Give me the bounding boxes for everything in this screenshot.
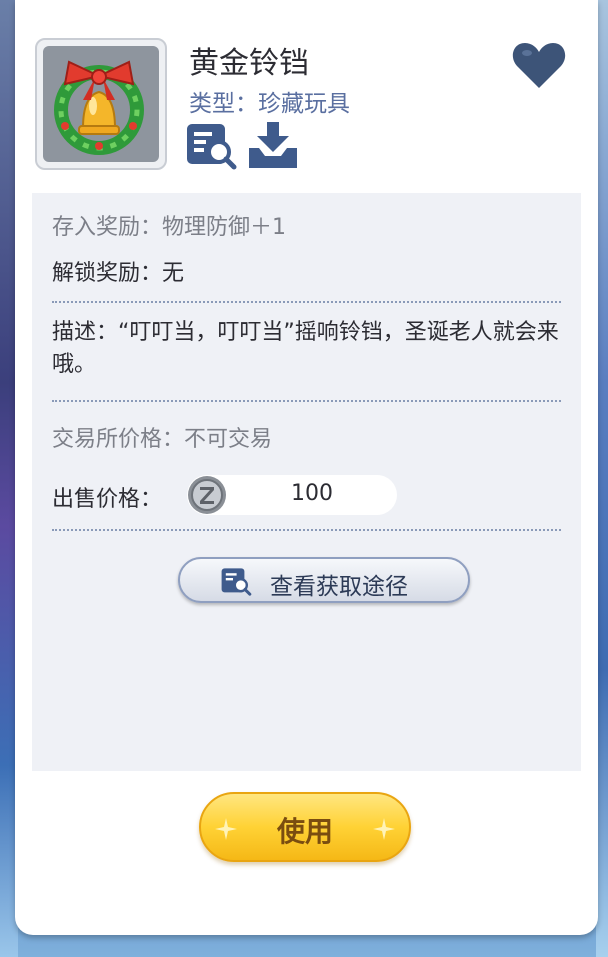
item-image-frame <box>35 38 167 170</box>
favorite-button[interactable] <box>511 40 567 90</box>
view-source-button[interactable]: 查看获取途径 <box>178 557 470 603</box>
view-source-label: 查看获取途径 <box>270 574 408 600</box>
sell-price-value: 100 <box>291 481 333 506</box>
unlock-reward: 解锁奖励：无 <box>52 261 185 286</box>
info-box: 存入奖励：物理防御＋1 解锁奖励：无 描述：“叮叮当，叮叮当”摇响铃铛，圣诞老人… <box>32 193 581 771</box>
item-type-value: 珍藏玩具 <box>258 91 350 117</box>
download-tray-icon <box>249 122 297 168</box>
magnifier-document-icon <box>221 568 252 596</box>
deposit-reward: 存入奖励：物理防御＋1 <box>52 215 286 240</box>
sell-price-label: 出售价格： <box>52 487 163 512</box>
magnifier-document-icon <box>187 124 237 170</box>
exchange-price: 交易所价格：不可交易 <box>52 427 273 452</box>
use-button[interactable]: 使用 <box>199 792 411 862</box>
sell-price-field: 100 <box>187 475 397 515</box>
divider <box>52 301 561 303</box>
golden-bell-wreath-icon <box>54 60 144 155</box>
zeny-coin-icon <box>188 476 226 514</box>
item-title: 黄金铃铛 <box>189 46 309 81</box>
item-detail-panel: 黄金铃铛 类型：珍藏玩具 存入奖励：物理防御＋1 解锁奖励：无 描述：“叮叮当，… <box>15 0 598 935</box>
divider <box>52 400 561 402</box>
sparkle-icon <box>373 818 395 840</box>
divider <box>52 529 561 531</box>
item-type-label: 类型： <box>189 91 258 117</box>
item-description: 描述：“叮叮当，叮叮当”摇响铃铛，圣诞老人就会来哦。 <box>52 320 559 377</box>
detail-button[interactable] <box>185 120 237 170</box>
item-type: 类型：珍藏玩具 <box>189 84 350 118</box>
download-button[interactable] <box>247 120 299 170</box>
heart-icon <box>512 43 566 88</box>
item-image <box>43 46 159 162</box>
